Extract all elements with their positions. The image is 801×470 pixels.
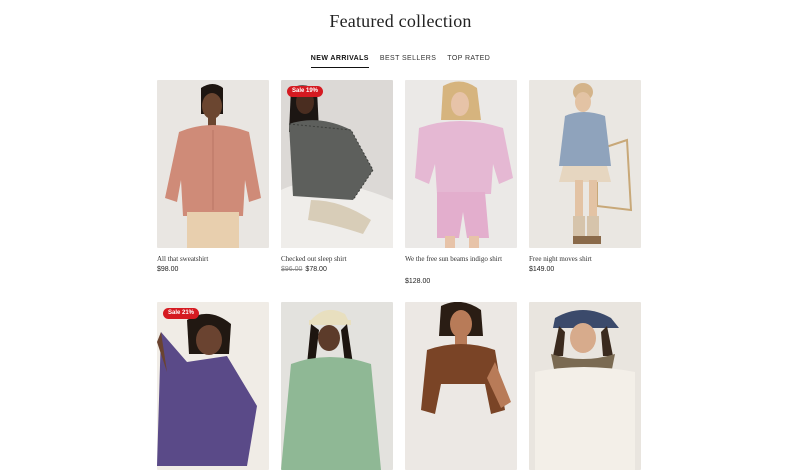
section-title: Featured collection bbox=[329, 11, 472, 31]
product-image[interactable] bbox=[529, 302, 641, 470]
product-price: $98.00 bbox=[157, 266, 178, 273]
product-title[interactable]: Checked out sleep shirt bbox=[281, 253, 393, 265]
current-price: $149.00 bbox=[529, 266, 555, 273]
product-title[interactable]: All that sweatshirt bbox=[157, 253, 269, 265]
tab-best-sellers[interactable]: BEST SELLERS bbox=[380, 54, 436, 68]
product-image[interactable] bbox=[529, 80, 641, 248]
tab-top-rated[interactable]: TOP RATED bbox=[447, 54, 490, 68]
product-image[interactable] bbox=[157, 80, 269, 248]
product-image[interactable] bbox=[405, 302, 517, 470]
product-image[interactable] bbox=[405, 80, 517, 248]
product-title[interactable]: We the free sun beams indigo shirt bbox=[405, 253, 517, 265]
product-price: $128.00 bbox=[405, 278, 430, 285]
product-image[interactable] bbox=[281, 302, 393, 470]
current-price: $128.00 bbox=[405, 278, 431, 285]
product-title[interactable]: Free night moves shirt bbox=[529, 253, 641, 265]
product-price: $149.00 bbox=[529, 266, 554, 273]
collection-tabs: NEW ARRIVALS BEST SELLERS TOP RATED bbox=[0, 54, 801, 68]
compare-price: $96.00 bbox=[281, 266, 303, 273]
current-price: $78.00 bbox=[305, 266, 327, 273]
product-image[interactable] bbox=[281, 80, 393, 248]
tab-new-arrivals[interactable]: NEW ARRIVALS bbox=[310, 54, 369, 68]
current-price: $98.00 bbox=[157, 266, 179, 273]
sale-badge: Sale 19% bbox=[287, 86, 324, 97]
product-price: $96.00 $78.00 bbox=[281, 266, 327, 273]
sale-badge: Sale 21% bbox=[163, 308, 200, 319]
product-image[interactable] bbox=[157, 302, 269, 470]
